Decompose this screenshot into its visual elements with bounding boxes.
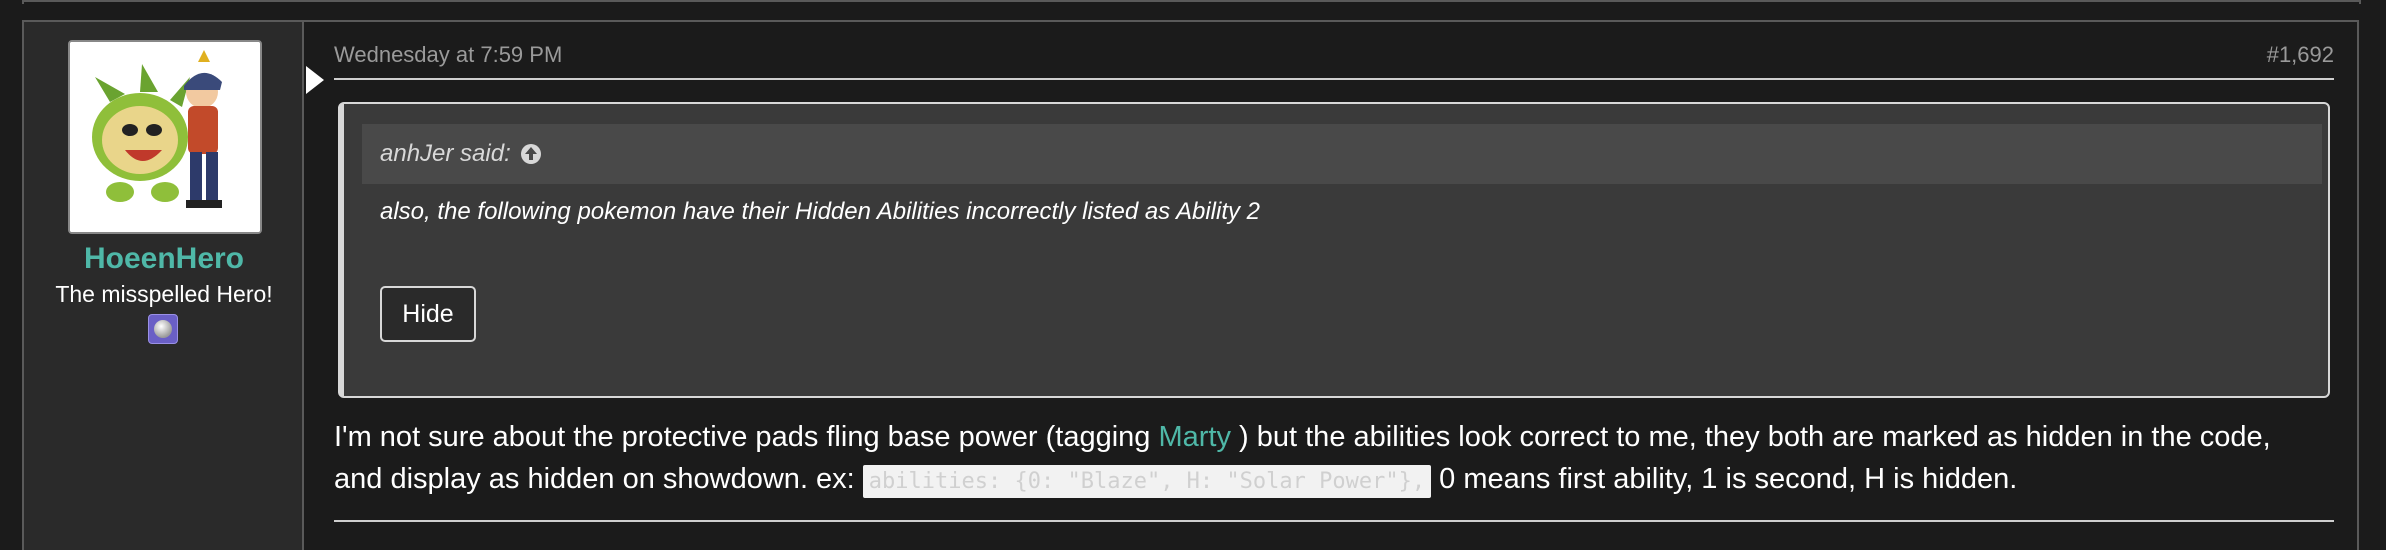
forum-post: HoeenHero The misspelled Hero! Wednesday… (22, 20, 2359, 550)
top-divider (22, 0, 2361, 2)
go-to-quote-icon[interactable] (520, 144, 541, 164)
message-text-1: I'm not sure about the protective pads f… (334, 421, 1159, 453)
badge-orb (154, 320, 172, 338)
message-body: I'm not sure about the protective pads f… (334, 416, 2324, 503)
top-divider-left-edge (22, 0, 24, 4)
avatar[interactable] (68, 40, 262, 234)
quote-header[interactable]: anhJer said: (362, 124, 2322, 184)
post-number[interactable]: #1,692 (2267, 42, 2334, 68)
post-date[interactable]: Wednesday at 7:59 PM (334, 42, 562, 68)
quote-block: anhJer said: also, the following pokemon… (338, 102, 2330, 398)
user-info-column: HoeenHero The misspelled Hero! (24, 22, 304, 550)
quote-text: also, the following pokemon have their H… (380, 198, 1260, 225)
post-content: Wednesday at 7:59 PM #1,692 anhJer said:… (334, 22, 2334, 550)
inline-code: abilities: {0: "Blaze", H: "Solar Power"… (862, 465, 1432, 498)
user-badge-icon (148, 314, 178, 344)
user-mention-link[interactable]: Marty (1158, 421, 1231, 453)
meta-divider (334, 78, 2334, 80)
pokemon-trainer-avatar-icon (70, 42, 260, 232)
message-text-3: 0 means first ability, 1 is second, H is… (1431, 463, 2018, 495)
hide-button[interactable]: Hide (380, 286, 476, 342)
quote-author: anhJer said: (380, 140, 511, 167)
top-divider-right-edge (2359, 0, 2361, 4)
avatar-pointer-arrow (306, 66, 324, 94)
user-title: The misspelled Hero! (55, 281, 273, 307)
username[interactable]: HoeenHero (24, 242, 304, 276)
message-divider (334, 520, 2334, 522)
